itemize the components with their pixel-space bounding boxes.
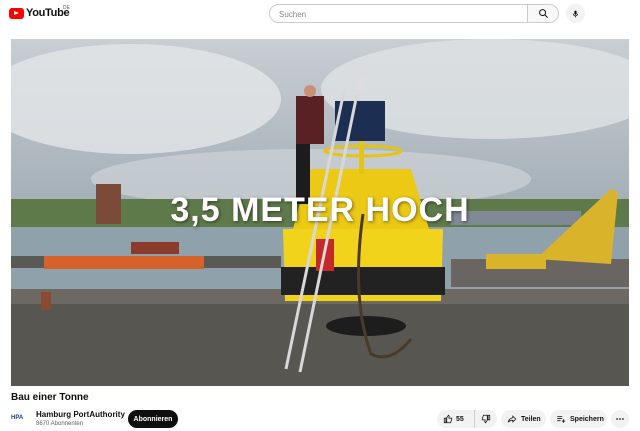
- share-button[interactable]: Teilen: [501, 410, 546, 428]
- share-label: Teilen: [521, 415, 541, 423]
- thumbs-up-icon: [443, 414, 453, 424]
- save-label: Speichern: [570, 415, 604, 423]
- like-count: 55: [456, 415, 464, 423]
- subscriber-count: 8670 Abonnenten: [36, 421, 84, 427]
- country-code: DE: [63, 5, 70, 11]
- like-dislike-group: 55: [437, 410, 497, 428]
- masthead: YouTube DE Suchen: [0, 0, 640, 28]
- search-icon: [538, 9, 548, 18]
- youtube-logo[interactable]: YouTube DE: [9, 5, 70, 19]
- save-button[interactable]: Speichern: [550, 410, 607, 428]
- voice-search-button[interactable]: [566, 4, 585, 23]
- thumbs-down-icon: [481, 414, 491, 424]
- mic-icon: [572, 10, 579, 17]
- search-input[interactable]: Suchen: [269, 4, 528, 23]
- dislike-button[interactable]: [475, 410, 497, 428]
- share-icon: [507, 415, 517, 423]
- more-actions-button[interactable]: [611, 410, 629, 428]
- video-overlay-text: 3,5 METER HOCH: [170, 191, 470, 229]
- more-icon: [616, 418, 624, 420]
- search-button[interactable]: [528, 4, 559, 23]
- video-player[interactable]: 3,5 METER HOCH: [11, 39, 629, 386]
- playlist-add-icon: [557, 416, 566, 423]
- subscribe-button[interactable]: Abonnieren: [128, 410, 178, 428]
- channel-name[interactable]: Hamburg PortAuthority: [36, 410, 125, 419]
- video-title: Bau einer Tonne: [11, 392, 89, 403]
- youtube-logo-icon: [9, 7, 24, 19]
- like-button[interactable]: 55: [437, 410, 475, 428]
- channel-avatar[interactable]: HPA: [11, 412, 31, 424]
